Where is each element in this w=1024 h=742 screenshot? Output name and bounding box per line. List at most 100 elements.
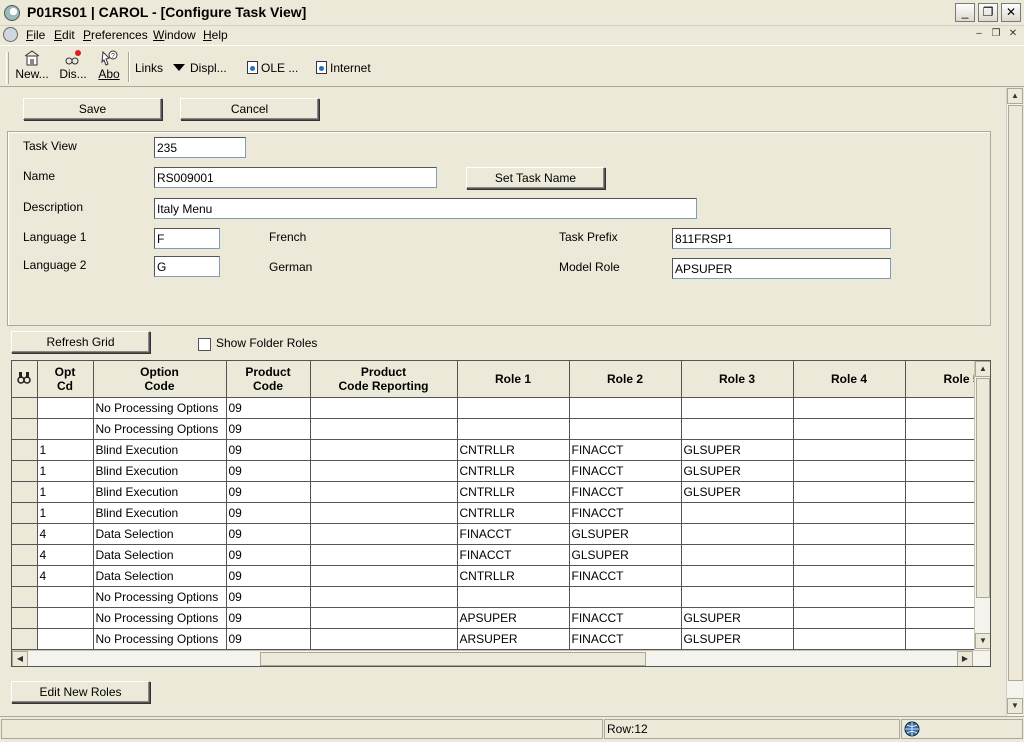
scroll-left-icon[interactable]: ◀: [12, 651, 28, 666]
row-header[interactable]: [12, 439, 38, 461]
grid-cell[interactable]: 4: [37, 565, 94, 587]
grid-cell[interactable]: APSUPER: [457, 607, 570, 629]
grid-cell[interactable]: [310, 586, 458, 608]
row-header[interactable]: [12, 397, 38, 419]
table-row[interactable]: 1 Blind Execution 09 CNTRLLR FINACCT GLSUPER: [12, 439, 990, 461]
page-scroll-up-icon[interactable]: ▲: [1007, 88, 1023, 104]
model-role-field[interactable]: APSUPER: [672, 258, 891, 279]
ole-link[interactable]: OLE ...: [247, 61, 298, 75]
grid-cell[interactable]: [310, 502, 458, 524]
grid-cell[interactable]: [37, 628, 94, 650]
menu-edit[interactable]: Edit: [54, 28, 75, 42]
grid-cell[interactable]: [569, 586, 682, 608]
grid-cell[interactable]: 09: [226, 502, 311, 524]
grid-cell[interactable]: GLSUPER: [681, 460, 794, 482]
grid-vertical-thumb[interactable]: [976, 378, 990, 598]
grid-cell[interactable]: FINACCT: [569, 628, 682, 650]
grid-cell[interactable]: [37, 607, 94, 629]
grid-cell[interactable]: [310, 607, 458, 629]
row-header[interactable]: [12, 544, 38, 566]
scroll-right-icon[interactable]: ▶: [957, 651, 973, 666]
table-row[interactable]: 4 Data Selection 09 FINACCT GLSUPER: [12, 523, 990, 545]
grid-cell[interactable]: FINACCT: [569, 439, 682, 461]
grid-cell[interactable]: GLSUPER: [681, 628, 794, 650]
app-icon[interactable]: [4, 5, 20, 21]
grid-cell[interactable]: [310, 523, 458, 545]
grid-cell[interactable]: GLSUPER: [681, 481, 794, 503]
grid-cell[interactable]: FINACCT: [569, 502, 682, 524]
grid-cell[interactable]: 1: [37, 481, 94, 503]
grid-cell[interactable]: FINACCT: [457, 523, 570, 545]
grid-cell[interactable]: FINACCT: [569, 460, 682, 482]
minimize-button[interactable]: _: [955, 3, 975, 22]
grid-cell[interactable]: [793, 439, 906, 461]
grid-corner[interactable]: [12, 361, 38, 398]
grid-cell[interactable]: [793, 607, 906, 629]
mdi-restore-button[interactable]: ❐: [989, 28, 1003, 41]
grid-cell[interactable]: [310, 418, 458, 440]
grid-cell[interactable]: [310, 544, 458, 566]
column-header-role-1[interactable]: Role 1: [457, 361, 570, 398]
row-header[interactable]: [12, 481, 38, 503]
grid-cell[interactable]: CNTRLLR: [457, 460, 570, 482]
edit-new-roles-button[interactable]: Edit New Roles: [11, 681, 150, 703]
row-header[interactable]: [12, 460, 38, 482]
grid-cell[interactable]: No Processing Options: [93, 607, 227, 629]
column-header-role-3[interactable]: Role 3: [681, 361, 794, 398]
grid-cell[interactable]: GLSUPER: [569, 523, 682, 545]
grid-cell[interactable]: [793, 460, 906, 482]
grid-cell[interactable]: 09: [226, 565, 311, 587]
grid-cell[interactable]: [793, 544, 906, 566]
language1-field[interactable]: F: [154, 228, 220, 249]
row-header[interactable]: [12, 628, 38, 650]
page-scroll-down-icon[interactable]: ▼: [1007, 698, 1023, 714]
document-icon[interactable]: [3, 27, 18, 42]
grid-cell[interactable]: FINACCT: [569, 565, 682, 587]
grid-cell[interactable]: Data Selection: [93, 523, 227, 545]
grid-cell[interactable]: [793, 628, 906, 650]
mdi-close-button[interactable]: ✕: [1006, 28, 1020, 41]
grid-cell[interactable]: FINACCT: [569, 607, 682, 629]
table-row[interactable]: No Processing Options 09: [12, 397, 990, 419]
grid-cell[interactable]: 09: [226, 586, 311, 608]
grid-cell[interactable]: 09: [226, 523, 311, 545]
grid-cell[interactable]: [793, 565, 906, 587]
page-vertical-thumb[interactable]: [1008, 105, 1023, 681]
grid-cell[interactable]: GLSUPER: [569, 544, 682, 566]
restore-button[interactable]: ❐: [978, 3, 998, 22]
close-button[interactable]: ✕: [1001, 3, 1021, 22]
grid-cell[interactable]: GLSUPER: [681, 439, 794, 461]
grid-cell[interactable]: Data Selection: [93, 565, 227, 587]
row-header[interactable]: [12, 607, 38, 629]
cancel-button[interactable]: Cancel: [180, 98, 319, 120]
grid-cell[interactable]: 09: [226, 439, 311, 461]
grid-cell[interactable]: No Processing Options: [93, 586, 227, 608]
table-row[interactable]: 1 Blind Execution 09 CNTRLLR FINACCT GLSUPER: [12, 460, 990, 482]
grid-cell[interactable]: 09: [226, 481, 311, 503]
description-field[interactable]: Italy Menu: [154, 198, 697, 219]
grid-cell[interactable]: [793, 418, 906, 440]
grid-cell[interactable]: Data Selection: [93, 544, 227, 566]
grid-vertical-scrollbar[interactable]: ▲ ▼: [974, 361, 990, 650]
grid-cell[interactable]: [681, 544, 794, 566]
menu-file[interactable]: File: [26, 28, 45, 42]
grid-cell[interactable]: Blind Execution: [93, 439, 227, 461]
grid-cell[interactable]: 1: [37, 439, 94, 461]
column-header-role-4[interactable]: Role 4: [793, 361, 906, 398]
grid-cell[interactable]: [457, 397, 570, 419]
grid-cell[interactable]: [681, 586, 794, 608]
name-field[interactable]: RS009001: [154, 167, 437, 188]
grid-cell[interactable]: [457, 418, 570, 440]
menu-help[interactable]: Help: [203, 28, 228, 42]
grid-cell[interactable]: No Processing Options: [93, 418, 227, 440]
grid-cell[interactable]: ARSUPER: [457, 628, 570, 650]
table-row[interactable]: No Processing Options 09 APSUPER FINACCT GLS…: [12, 607, 990, 629]
column-header-option-code[interactable]: Option Code: [93, 361, 227, 398]
grid-cell[interactable]: 09: [226, 628, 311, 650]
grid-cell[interactable]: [569, 397, 682, 419]
grid-cell[interactable]: [37, 397, 94, 419]
grid-cell[interactable]: [37, 586, 94, 608]
grid-cell[interactable]: 09: [226, 607, 311, 629]
grid-cell[interactable]: [310, 460, 458, 482]
table-row[interactable]: 4 Data Selection 09 FINACCT GLSUPER: [12, 544, 990, 566]
